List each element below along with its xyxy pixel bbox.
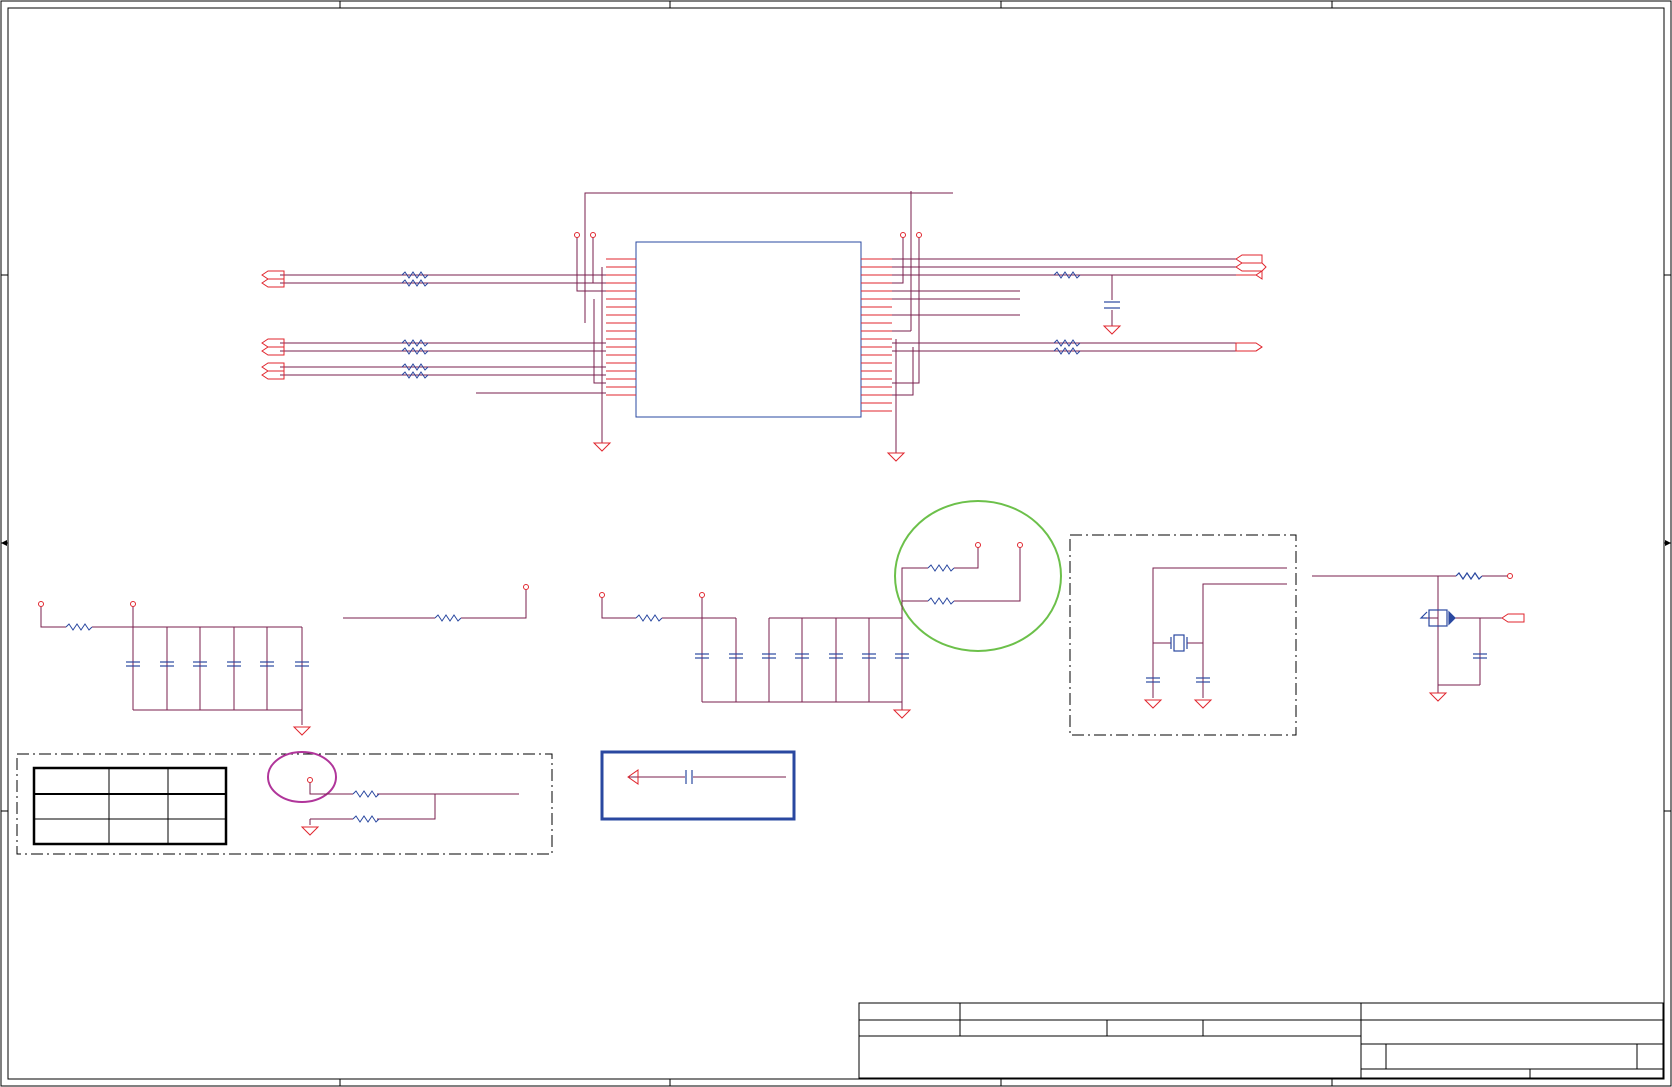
right-diode-section	[1312, 571, 1525, 702]
green-highlight	[894, 500, 1062, 652]
frame-arrow-left	[1, 540, 7, 546]
title-block	[858, 1002, 1664, 1079]
single-resistor	[434, 614, 462, 622]
main-ic-left-pins	[606, 258, 636, 396]
option-section	[16, 751, 553, 855]
resistors-right	[1053, 271, 1081, 355]
sheet-frame	[0, 0, 1672, 1087]
port-connectors-right	[1235, 254, 1267, 352]
frame-arrow-right	[1665, 540, 1671, 546]
resistors-left	[401, 271, 429, 379]
single-resistor-net	[343, 590, 527, 619]
main-ic-wires	[280, 191, 1236, 453]
ground-symbols-ic	[592, 325, 1122, 462]
vcc-pins-top	[574, 232, 922, 238]
filter-capacitor-right	[1104, 301, 1120, 309]
left-bank-resistor	[65, 623, 93, 631]
main-ic-right-pins	[861, 258, 892, 412]
left-bank-pins	[38, 601, 312, 736]
option-table	[32, 766, 228, 846]
blue-cap-box	[600, 750, 796, 821]
main-ic	[635, 241, 862, 418]
middle-bank-pins	[599, 592, 912, 719]
single-resistor-pin	[523, 584, 529, 590]
middle-bank-resistor	[635, 614, 663, 622]
middle-decoupling-bank	[601, 570, 903, 710]
crystal-section	[1069, 534, 1297, 736]
schematic-sheet	[0, 0, 1672, 1087]
left-bank-capacitors	[126, 661, 309, 667]
port-connectors-left	[261, 270, 285, 380]
